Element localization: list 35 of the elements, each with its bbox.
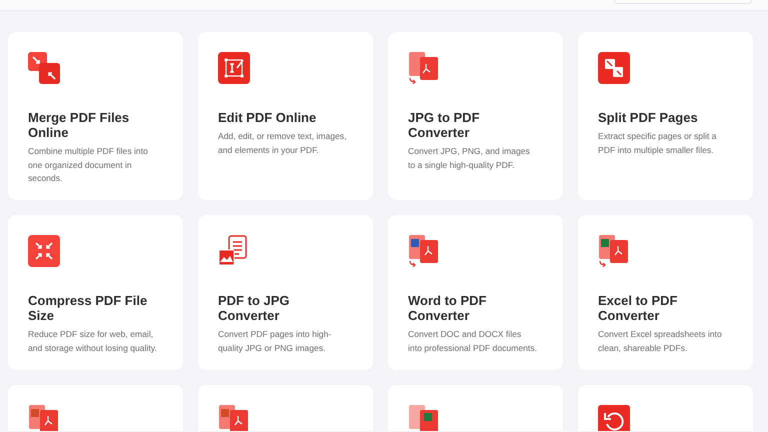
card-title: Edit PDF Online xyxy=(218,110,318,125)
card-title: Excel to PDF Converter xyxy=(598,293,678,323)
file-convert-icon xyxy=(408,52,440,84)
word-to-pdf-icon xyxy=(408,235,440,267)
split-icon xyxy=(598,52,630,84)
card-title: Split PDF Pages xyxy=(598,110,699,125)
tool-card[interactable]: Merge PDF Files Online Combine multiple PDF files into one organized document in seconds. xyxy=(8,32,183,200)
card-title: Merge PDF Files Online xyxy=(28,110,130,140)
excel-to-pdf-icon xyxy=(598,235,630,267)
pdf-to-excel-icon xyxy=(408,405,440,431)
tool-card[interactable]: PDF to JPG Converter Convert PDF pages into high-quality JPG or PNG images. xyxy=(198,215,373,370)
ppt-to-pdf-icon xyxy=(28,405,60,431)
tool-card[interactable]: Excel to PDF Converter Convert Excel spreadsheets into clean, shareable PDFs. xyxy=(578,215,753,370)
tool-card[interactable]: JPG to PDF Converter Convert JPG, PNG, and images to a single high-quality PDF. xyxy=(388,32,563,200)
card-title: JPG to PDF Converter xyxy=(408,110,481,140)
card-description: Convert Excel spreadsheets into clean, shareable PDFs. xyxy=(598,328,723,354)
card-description: Reduce PDF size for web, email, and storage without losing quality. xyxy=(28,328,158,355)
card-description: Combine multiple PDF files into one organized document in seconds. xyxy=(28,145,149,185)
card-description: Extract specific pages or split a PDF into multiple smaller files. xyxy=(598,130,718,157)
card-title: Compress PDF File Size xyxy=(28,293,148,323)
compress-icon xyxy=(28,235,60,267)
card-description: Convert JPG, PNG, and images to a single high-quality PDF. xyxy=(408,145,531,172)
ppt-to-pdf-icon xyxy=(218,405,250,431)
rotate-icon xyxy=(598,405,630,431)
tool-card[interactable]: Split PDF Pages Extract specific pages or split a PDF into multiple smaller files. xyxy=(578,32,753,200)
edit-icon xyxy=(218,52,250,84)
tool-card[interactable]: Word to PDF Converter Convert DOC and DOCX files into professional PDF documents. xyxy=(388,215,563,370)
tool-card[interactable]: Edit PDF Online Add, edit, or remove text, images, and elements in your PDF. xyxy=(198,32,373,200)
card-description: Convert DOC and DOCX files into professional PDF documents. xyxy=(408,328,538,355)
card-description: Convert PDF pages into high-quality JPG or PNG images. xyxy=(218,328,332,355)
merge-icon xyxy=(28,52,60,84)
card-title: PDF to JPG Converter xyxy=(218,293,291,323)
card-description: Add, edit, or remove text, images, and elements in your PDF. xyxy=(218,130,348,157)
card-title: Word to PDF Converter xyxy=(408,293,488,323)
tool-card[interactable]: Compress PDF File Size Reduce PDF size for web, email, and storage without losing quality. xyxy=(8,215,183,370)
